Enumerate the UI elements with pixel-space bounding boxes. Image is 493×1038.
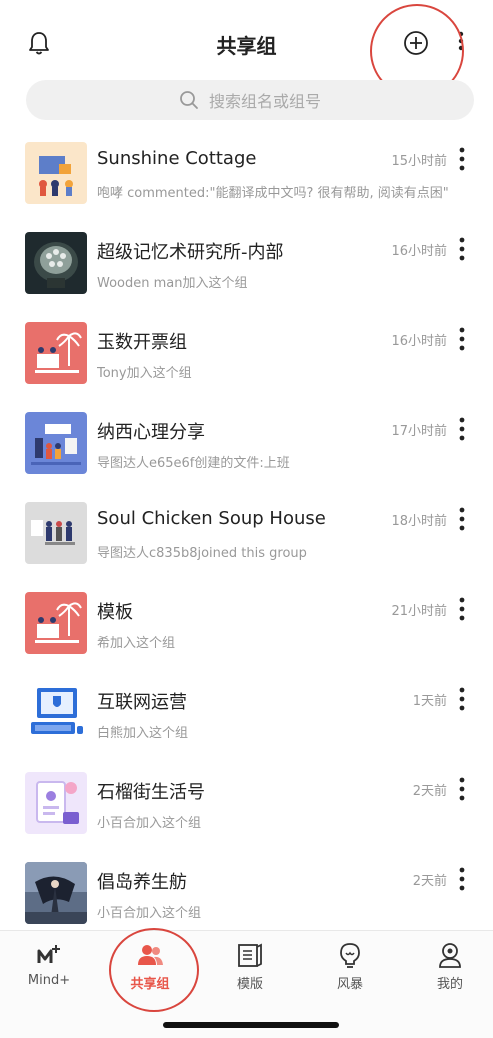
tab-shared-groups[interactable]: 共享组 — [115, 941, 185, 992]
more-icon[interactable] — [455, 236, 469, 262]
group-item[interactable]: 石榴街生活号 2天前 小百合加入这个组 — [0, 758, 493, 848]
bulb-icon — [340, 943, 360, 968]
more-icon[interactable] — [455, 596, 469, 622]
more-icon[interactable] — [455, 146, 469, 172]
header-bar: 共享组 — [0, 0, 493, 80]
group-time: 15小时前 — [391, 154, 447, 169]
group-activity: 希加入这个组 — [97, 636, 176, 651]
group-title: 玉数开票组 — [97, 332, 187, 353]
group-time: 17小时前 — [391, 424, 447, 439]
group-title: 模板 — [97, 602, 133, 623]
tab-label: 共享组 — [130, 977, 170, 992]
group-thumbnail — [25, 682, 87, 744]
group-thumbnail — [25, 142, 87, 204]
group-thumbnail — [25, 862, 87, 924]
group-thumbnail — [25, 412, 87, 474]
tab-label: 我的 — [436, 977, 463, 992]
group-item[interactable]: 倡岛养生舫 2天前 小百合加入这个组 — [0, 848, 493, 938]
tab-label: 风暴 — [336, 977, 363, 992]
group-activity: 导图达人c835b8joined this group — [97, 546, 307, 561]
group-activity: 咆哮 commented:"能翻译成中文吗? 很有帮助, 阅读有点困" — [97, 186, 449, 201]
more-icon[interactable] — [455, 866, 469, 892]
group-item[interactable]: 玉数开票组 16小时前 Tony加入这个组 — [0, 308, 493, 398]
group-thumbnail — [25, 322, 87, 384]
group-activity: Tony加入这个组 — [97, 366, 192, 381]
add-group-button[interactable] — [403, 30, 429, 56]
search-placeholder: 搜索组名或组号 — [208, 92, 321, 111]
tab-profile[interactable]: 我的 — [415, 941, 485, 992]
group-thumbnail — [25, 502, 87, 564]
tab-storm[interactable]: 风暴 — [315, 941, 385, 992]
search-bar[interactable]: 搜索组名或组号 — [26, 80, 474, 120]
more-icon[interactable] — [455, 686, 469, 712]
group-time: 16小时前 — [391, 334, 447, 349]
group-item[interactable]: 超级记忆术研究所-内部 16小时前 Wooden man加入这个组 — [0, 218, 493, 308]
template-book-icon — [238, 943, 262, 967]
group-title: Soul Chicken Soup House — [97, 508, 326, 529]
tab-mind-plus[interactable]: Mind+ — [14, 941, 84, 988]
more-menu-icon[interactable] — [455, 30, 467, 52]
tab-label: 模版 — [236, 977, 263, 992]
group-activity: 导图达人e65e6f创建的文件:上班 — [97, 456, 290, 471]
group-item[interactable]: 模板 21小时前 希加入这个组 — [0, 578, 493, 668]
group-title: 超级记忆术研究所-内部 — [97, 242, 284, 263]
group-thumbnail — [25, 772, 87, 834]
group-item[interactable]: 互联网运营 1天前 白熊加入这个组 — [0, 668, 493, 758]
more-icon[interactable] — [455, 326, 469, 352]
group-title: 石榴街生活号 — [97, 782, 205, 803]
group-time: 2天前 — [412, 784, 447, 799]
more-icon[interactable] — [455, 776, 469, 802]
group-title: Sunshine Cottage — [97, 148, 257, 169]
group-activity: 白熊加入这个组 — [97, 726, 189, 741]
group-time: 1天前 — [412, 694, 447, 709]
more-icon[interactable] — [455, 506, 469, 532]
group-title: 倡岛养生舫 — [97, 872, 187, 893]
profile-icon — [439, 943, 461, 968]
group-time: 21小时前 — [391, 604, 447, 619]
group-activity: Wooden man加入这个组 — [97, 276, 248, 291]
more-icon[interactable] — [455, 416, 469, 442]
home-indicator — [163, 1022, 339, 1028]
group-time: 18小时前 — [391, 514, 447, 529]
group-item[interactable]: Soul Chicken Soup House 18小时前 导图达人c835b8… — [0, 488, 493, 578]
group-item[interactable]: 纳西心理分享 17小时前 导图达人e65e6f创建的文件:上班 — [0, 398, 493, 488]
group-thumbnail — [25, 232, 87, 294]
group-time: 16小时前 — [391, 244, 447, 259]
group-title: 互联网运营 — [97, 692, 187, 713]
search-icon — [180, 91, 198, 109]
group-time: 2天前 — [412, 874, 447, 889]
mind-plus-icon — [37, 945, 60, 963]
group-activity: 小百合加入这个组 — [97, 816, 202, 831]
group-activity: 小百合加入这个组 — [97, 906, 202, 921]
group-title: 纳西心理分享 — [97, 422, 205, 443]
group-thumbnail — [25, 592, 87, 654]
group-item[interactable]: Sunshine Cottage 15小时前 咆哮 commented:"能翻译… — [0, 128, 493, 218]
tab-templates[interactable]: 模版 — [215, 941, 285, 992]
tab-label: Mind+ — [27, 973, 71, 988]
group-icon — [138, 945, 163, 965]
